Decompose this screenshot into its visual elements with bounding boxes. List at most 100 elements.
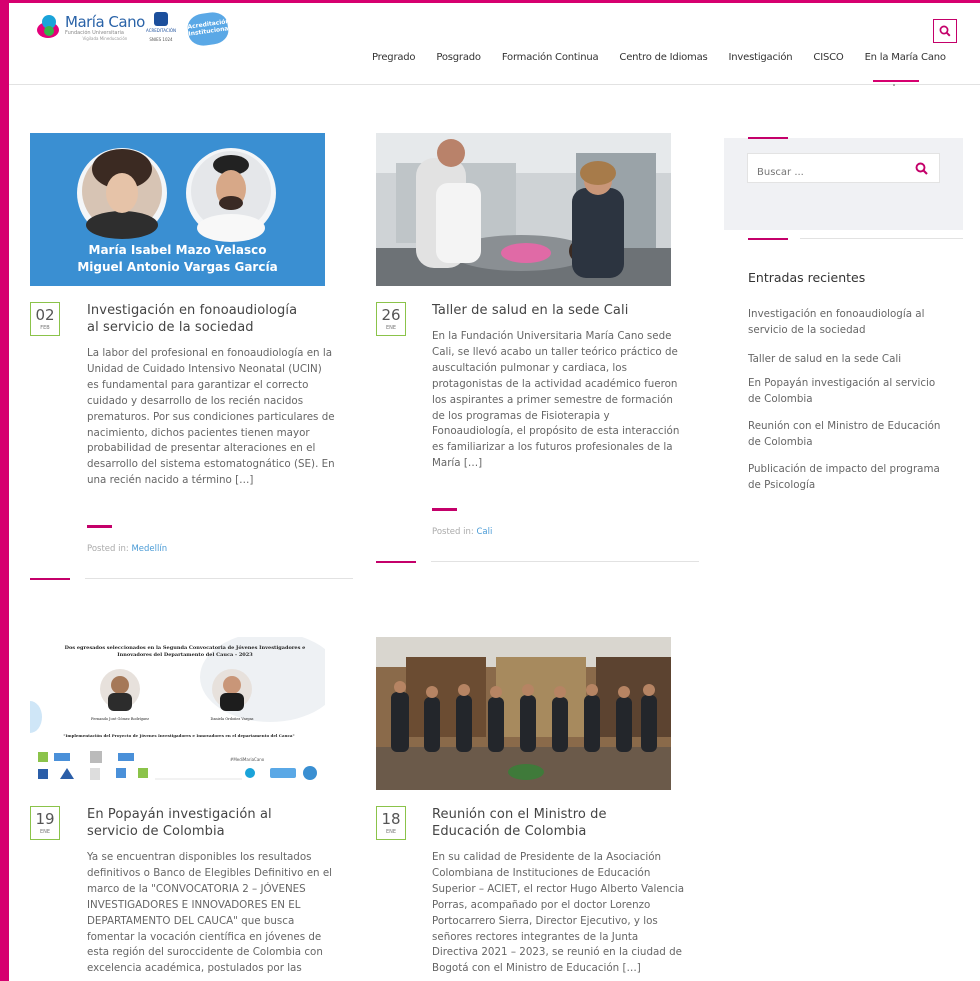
nav-item-posgrado[interactable]: Posgrado bbox=[436, 52, 481, 63]
post-title-line: servicio de Colombia bbox=[87, 824, 225, 839]
nav-active-indicator bbox=[873, 80, 919, 82]
nav-item-investigación[interactable]: Investigación bbox=[729, 52, 793, 63]
excerpt-line: excelencia académica, postulados por las bbox=[87, 962, 302, 975]
post-separator-accent bbox=[30, 578, 70, 580]
nav-item-cisco[interactable]: CISCO bbox=[813, 52, 843, 63]
main-nav: Pregrado Posgrado Formación Continua Centro… bbox=[372, 52, 946, 63]
excerpt-line: los aspirantes a primer semestre de form… bbox=[432, 393, 673, 406]
excerpt-line: Directiva 2021 – 2023, se reunió en la c… bbox=[432, 946, 682, 959]
post-separator-accent bbox=[376, 561, 416, 563]
recent-post-link[interactable]: Reunión con el Ministro de Educación de C… bbox=[748, 419, 966, 450]
post-thumbnail[interactable]: María Isabel Mazo Velasco Miguel Antonio… bbox=[30, 133, 325, 286]
site-logo[interactable]: María Cano Fundación Universitaria Vigil… bbox=[35, 13, 145, 41]
recent-post-line: de Colombia bbox=[748, 392, 813, 405]
thumbnail-name-1: María Isabel Mazo Velasco bbox=[88, 243, 267, 257]
excerpt-line: definitivos o Banco de Elegibles Definit… bbox=[87, 866, 333, 879]
excerpt-line: INVESTIGADORES E INNOVADORES EN EL bbox=[87, 898, 301, 911]
thumbnail-person-2: Daniela Ordoñez Vargas bbox=[210, 717, 254, 721]
excerpt-line: señores rectores integrantes de la Junta bbox=[432, 930, 639, 943]
post-thumbnail[interactable]: Dos egresados seleccionados en la Segund… bbox=[30, 637, 325, 790]
recent-post-link[interactable]: Investigación en fonoaudiología al servic… bbox=[748, 307, 966, 338]
post-date: 18 ENE bbox=[376, 806, 406, 840]
recent-post-line: de Psicología bbox=[748, 478, 816, 491]
nav-item-en-la-maría-cano[interactable]: En la María Cano bbox=[865, 52, 946, 63]
excerpt-line: una recién nacido a término […] bbox=[87, 474, 254, 487]
excerpt-line: fomentar la vocación científica en jóven… bbox=[87, 930, 322, 943]
search-icon bbox=[915, 162, 928, 175]
nav-item-pregrado[interactable]: Pregrado bbox=[372, 52, 416, 63]
excerpt-line: esta región del suroccidente de Colombia… bbox=[87, 946, 323, 959]
accreditation-icon bbox=[154, 12, 168, 26]
site-header: María Cano Fundación Universitaria Vigil… bbox=[9, 3, 980, 85]
date-month: ENE bbox=[385, 325, 397, 331]
accreditation-sub: SNIES 1024 bbox=[149, 37, 173, 42]
excerpt-line: En su calidad de Presidente de la Asocia… bbox=[432, 851, 662, 863]
excerpt-line: protagonistas de la actividad académico … bbox=[432, 377, 678, 390]
search-icon bbox=[939, 25, 951, 37]
post-title-line: Taller de salud en la sede Cali bbox=[432, 303, 629, 318]
excerpt-line: marco de la "CONVOCATORIA 2 – JÓVENES bbox=[87, 882, 306, 895]
post-title-line: al servicio de la sociedad bbox=[87, 320, 254, 335]
recent-post-line: de Colombia bbox=[748, 435, 813, 448]
recent-post-link[interactable]: En Popayán investigación al servicio de C… bbox=[748, 376, 966, 407]
post-thumbnail[interactable] bbox=[376, 133, 671, 286]
recent-post-link[interactable]: Publicación de impacto del programa de Ps… bbox=[748, 462, 966, 493]
sidebar-search-button[interactable] bbox=[910, 156, 932, 180]
excerpt-line: de los programas de Fisioterapia y bbox=[432, 409, 610, 422]
recent-post-line: En Popayán investigación al servicio bbox=[748, 377, 936, 389]
post-excerpt: En su calidad de Presidente de la Asocia… bbox=[432, 850, 697, 977]
logo-name: María Cano bbox=[65, 13, 145, 31]
date-day: 02 bbox=[35, 306, 55, 324]
logo-mark-icon bbox=[35, 14, 61, 40]
recent-post-line: Reunión con el Ministro de Educación bbox=[748, 420, 941, 432]
thumbnail-hashtag: #MediMariaCano bbox=[230, 757, 265, 762]
post-title-link[interactable]: Taller de salud en la sede Cali bbox=[432, 302, 628, 319]
date-day: 18 bbox=[381, 810, 401, 828]
post-date: 26 ENE bbox=[376, 302, 406, 336]
recent-posts-title: Entradas recientes bbox=[748, 270, 866, 285]
excerpt-line: es familiarizar a los futuros profesiona… bbox=[432, 441, 673, 454]
thumbnail-caption: "Implementación del Proyecto de Jóvenes … bbox=[63, 733, 295, 738]
excerpt-line: DEPARTAMENTO DEL CAUCA" que busca bbox=[87, 914, 295, 927]
post-meta: Posted in: Medellín bbox=[87, 544, 167, 554]
date-day: 19 bbox=[35, 810, 55, 828]
excerpt-line: Bogotá con el Ministro de Educación […] bbox=[432, 962, 641, 975]
post-category-link[interactable]: Medellín bbox=[131, 544, 167, 554]
excerpt-line: Fonoaudiología, el propósito de esta int… bbox=[432, 425, 680, 438]
post-title-line: Educación de Colombia bbox=[432, 824, 587, 839]
post-title-line: En Popayán investigación al bbox=[87, 807, 272, 822]
excerpt-line: María […] bbox=[432, 457, 483, 470]
widget-separator bbox=[800, 238, 963, 239]
post-date: 19 ENE bbox=[30, 806, 60, 840]
excerpt-line: La labor del profesional en fonoaudiolog… bbox=[87, 347, 332, 359]
post-thumbnail[interactable] bbox=[376, 637, 671, 790]
excerpt-line: nacimiento, dichos pacientes tienen mayo… bbox=[87, 426, 310, 439]
excerpt-line: Superior – ACIET, el rector Hugo Alberto… bbox=[432, 882, 685, 895]
post-category-link[interactable]: Cali bbox=[476, 527, 492, 537]
header-search-button[interactable] bbox=[933, 19, 957, 43]
excerpt-line: Portocarrero Sierra, Director Ejecutivo,… bbox=[432, 914, 658, 927]
post-date: 02 FEB bbox=[30, 302, 60, 336]
recent-post-link[interactable]: Taller de salud en la sede Cali bbox=[748, 352, 966, 368]
post-excerpt: La labor del profesional en fonoaudiolog… bbox=[87, 346, 352, 489]
nav-item-centro-de-idiomas[interactable]: Centro de Idiomas bbox=[619, 52, 707, 63]
post-title-line: Investigación en fonoaudiología bbox=[87, 303, 298, 318]
post-title-line: Reunión con el Ministro de bbox=[432, 807, 607, 822]
recent-post-line: Investigación en fonoaudiología al bbox=[748, 308, 925, 320]
post-title-link[interactable]: Reunión con el Ministro de Educación de … bbox=[432, 806, 607, 840]
excerpt-line: En la Fundación Universitaria María Cano… bbox=[432, 330, 672, 342]
post-title-link[interactable]: Investigación en fonoaudiología al servi… bbox=[87, 302, 297, 336]
excerpt-line: Ya se encuentran disponibles los resulta… bbox=[87, 851, 312, 863]
thumbnail-person-1: Fernando José Gómez Rodríguez bbox=[91, 717, 149, 721]
date-month: ENE bbox=[385, 829, 397, 835]
excerpt-line: desarrollo del sistema estomatognático (… bbox=[87, 458, 335, 471]
post-accent bbox=[87, 525, 112, 528]
excerpt-line: es fundamental para garantizar el correc… bbox=[87, 378, 309, 391]
post-title-link[interactable]: En Popayán investigación al servicio de … bbox=[87, 806, 272, 840]
date-month: FEB bbox=[40, 325, 50, 331]
nav-item-formación-continua[interactable]: Formación Continua bbox=[502, 52, 599, 63]
recent-post-line: servicio de la sociedad bbox=[748, 323, 866, 336]
widget-accent bbox=[748, 238, 788, 240]
recent-post-line: Taller de salud en la sede Cali bbox=[748, 353, 902, 365]
post-excerpt: En la Fundación Universitaria María Cano… bbox=[432, 329, 697, 472]
